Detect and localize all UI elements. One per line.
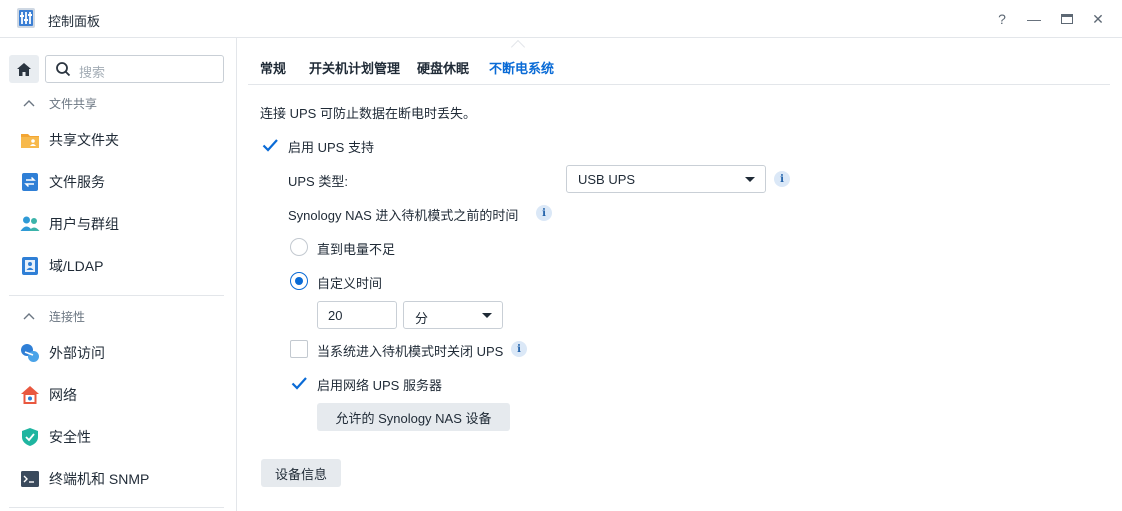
sidebar-item-label: 安全性	[49, 429, 91, 445]
shutdown-ups-label: 当系统进入待机模式时关闭 UPS	[317, 344, 504, 359]
maximize-icon	[1061, 14, 1073, 24]
network-ups-server-label: 启用网络 UPS 服务器	[317, 378, 442, 393]
home-icon	[17, 62, 31, 76]
custom-time-value: 20	[328, 308, 343, 323]
close-button[interactable]: ✕	[1086, 7, 1110, 31]
sidebar-item-label: 用户与群组	[49, 216, 119, 232]
allowed-devices-button[interactable]: 允许的 Synology NAS 设备	[317, 403, 510, 431]
sidebar-item-domain-ldap[interactable]: 域/LDAP	[20, 252, 103, 280]
chevron-up-icon	[23, 100, 35, 107]
info-icon[interactable]: i	[536, 205, 552, 221]
ups-type-value: USB UPS	[578, 172, 636, 187]
sidebar-item-label: 终端机和 SNMP	[49, 471, 150, 487]
custom-time-input[interactable]: 20	[317, 301, 397, 329]
time-unit-value: 分	[415, 311, 429, 326]
sidebar-divider	[9, 295, 224, 296]
radio-custom-time[interactable]	[290, 272, 308, 290]
ups-type-label: UPS 类型:	[288, 174, 348, 189]
tab-power-schedule[interactable]: 开关机计划管理	[309, 58, 400, 77]
control-panel-app-icon	[17, 8, 35, 28]
network-icon	[20, 385, 40, 405]
enable-ups-checkbox[interactable]	[261, 136, 279, 154]
sidebar-item-network[interactable]: 网络	[20, 381, 77, 409]
sidebar-item-security[interactable]: 安全性	[20, 423, 91, 451]
home-button[interactable]	[9, 55, 39, 83]
title-bar: 控制面板 ? — ✕	[0, 0, 1122, 38]
help-button[interactable]: ?	[990, 7, 1014, 31]
search-icon	[56, 62, 71, 77]
dropdown-caret-icon	[482, 313, 492, 318]
shared-folder-icon	[20, 130, 40, 150]
sidebar-item-terminal-snmp[interactable]: 终端机和 SNMP	[20, 465, 149, 493]
sidebar-item-users-groups[interactable]: 用户与群组	[20, 210, 119, 238]
shield-icon	[20, 427, 40, 447]
sidebar-item-label: 外部访问	[49, 345, 105, 361]
enable-ups-label: 启用 UPS 支持	[288, 140, 374, 155]
time-unit-select[interactable]: 分	[403, 301, 503, 329]
terminal-icon	[20, 469, 40, 489]
until-low-battery-label: 直到电量不足	[317, 242, 396, 257]
sidebar-item-label: 文件服务	[49, 174, 105, 190]
minimize-button[interactable]: —	[1022, 7, 1046, 31]
device-info-button[interactable]: 设备信息	[261, 459, 341, 487]
sidebar-item-shared-folder[interactable]: 共享文件夹	[20, 126, 119, 154]
dropdown-caret-icon	[745, 177, 755, 182]
tab-hdd-hibernation[interactable]: 硬盘休眠	[417, 58, 469, 77]
checkmark-icon	[262, 139, 278, 152]
info-icon[interactable]: i	[511, 341, 527, 357]
group-label: 文件共享	[49, 96, 98, 111]
file-services-icon	[20, 172, 40, 192]
tab-ups[interactable]: 不断电系统	[489, 58, 554, 77]
sidebar-item-label: 网络	[49, 387, 77, 403]
tab-bar: 常规 开关机计划管理 硬盘休眠 不断电系统	[248, 38, 1110, 85]
group-header-file-sharing[interactable]: 文件共享	[22, 93, 97, 113]
ups-type-select[interactable]: USB UPS	[566, 165, 766, 193]
chevron-up-icon	[23, 313, 35, 320]
radio-until-low-battery[interactable]	[290, 238, 308, 256]
group-label: 连接性	[49, 309, 86, 324]
standby-time-label: Synology NAS 进入待机模式之前的时间	[288, 208, 519, 223]
sidebar-item-label: 共享文件夹	[49, 132, 119, 148]
users-groups-icon	[20, 214, 40, 234]
sidebar: 搜索 文件共享 共享文件夹 文件服务 用户与群组 域/LDAP 连接性 外部访问…	[0, 38, 237, 511]
network-ups-server-checkbox[interactable]	[290, 374, 308, 392]
shutdown-ups-checkbox[interactable]	[290, 340, 308, 358]
tab-general[interactable]: 常规	[260, 58, 286, 77]
info-icon[interactable]: i	[774, 171, 790, 187]
sidebar-item-label: 域/LDAP	[49, 258, 104, 274]
custom-time-label: 自定义时间	[317, 276, 383, 291]
ups-description: 连接 UPS 可防止数据在断电时丢失。	[260, 106, 476, 121]
maximize-button[interactable]	[1055, 7, 1079, 31]
search-box[interactable]: 搜索	[45, 55, 224, 83]
sidebar-divider	[9, 507, 224, 508]
group-header-connectivity[interactable]: 连接性	[22, 306, 85, 326]
checkmark-icon	[291, 377, 307, 390]
search-placeholder: 搜索	[79, 65, 106, 80]
sidebar-item-file-services[interactable]: 文件服务	[20, 168, 105, 196]
domain-ldap-icon	[20, 256, 40, 276]
sidebar-item-external-access[interactable]: 外部访问	[20, 339, 105, 367]
external-access-icon	[20, 343, 40, 363]
window-title: 控制面板	[48, 14, 101, 29]
